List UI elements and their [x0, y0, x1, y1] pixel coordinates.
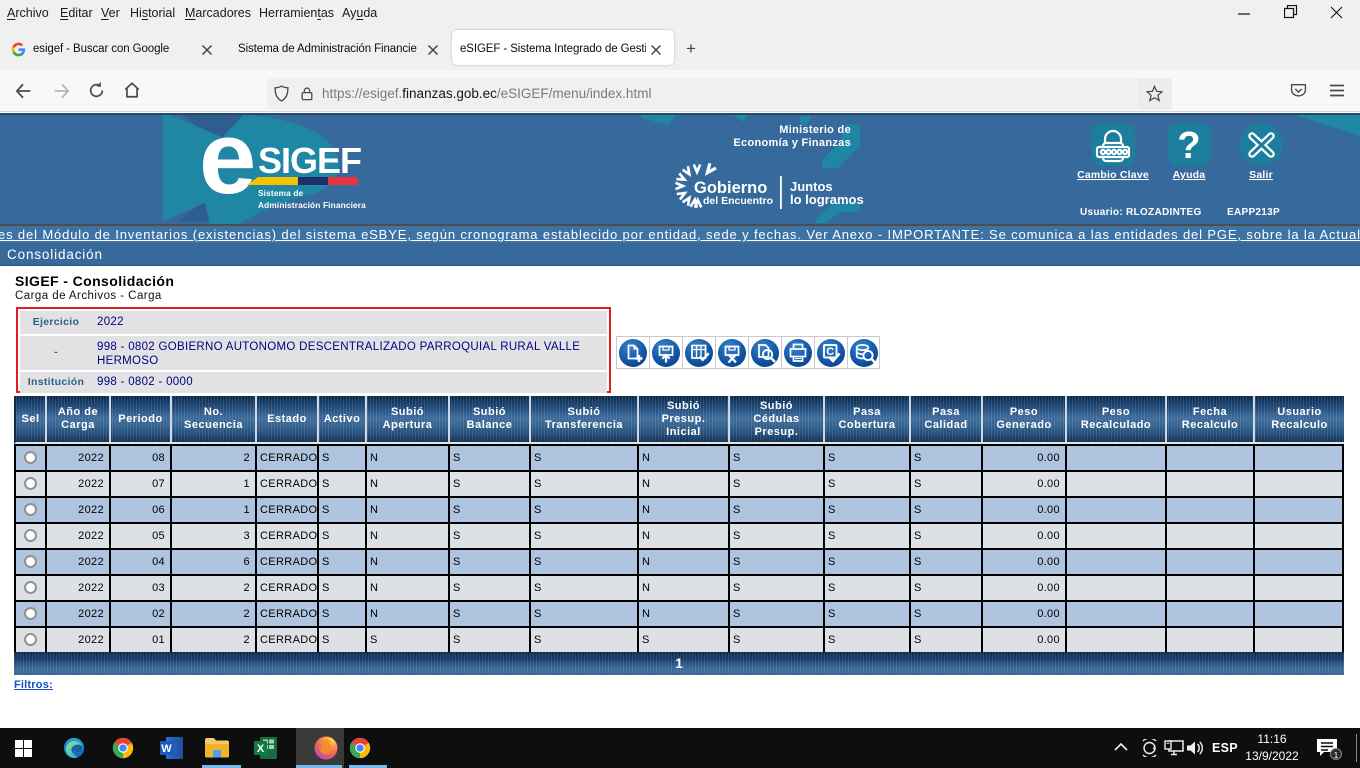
svg-text:Sistema de: Sistema de [258, 188, 304, 198]
svg-text:Cambio Clave: Cambio Clave [1077, 169, 1149, 181]
svg-text:Usuario: RLOZADINTEG: Usuario: RLOZADINTEG [1080, 207, 1202, 218]
svg-text:Ministerio de: Ministerio de [779, 124, 851, 136]
svg-text:lo logramos: lo logramos [790, 192, 864, 207]
svg-text:1: 1 [1334, 750, 1339, 760]
svg-text:Salir: Salir [1249, 169, 1273, 181]
svg-text:Ayuda: Ayuda [1173, 169, 1206, 181]
svg-text:del Encuentro: del Encuentro [703, 195, 773, 207]
svg-text:Administración Financiera: Administración Financiera [258, 200, 366, 210]
svg-text:SIGEF: SIGEF [258, 140, 361, 181]
svg-text:X: X [257, 743, 265, 755]
svg-text:EAPP213P: EAPP213P [1227, 207, 1280, 218]
svg-text:e: e [199, 115, 256, 215]
svg-text:?: ? [1177, 125, 1200, 167]
svg-text:C: C [826, 346, 834, 358]
svg-text:W: W [161, 743, 172, 755]
svg-text:Economía y Finanzas: Economía y Finanzas [733, 137, 851, 149]
